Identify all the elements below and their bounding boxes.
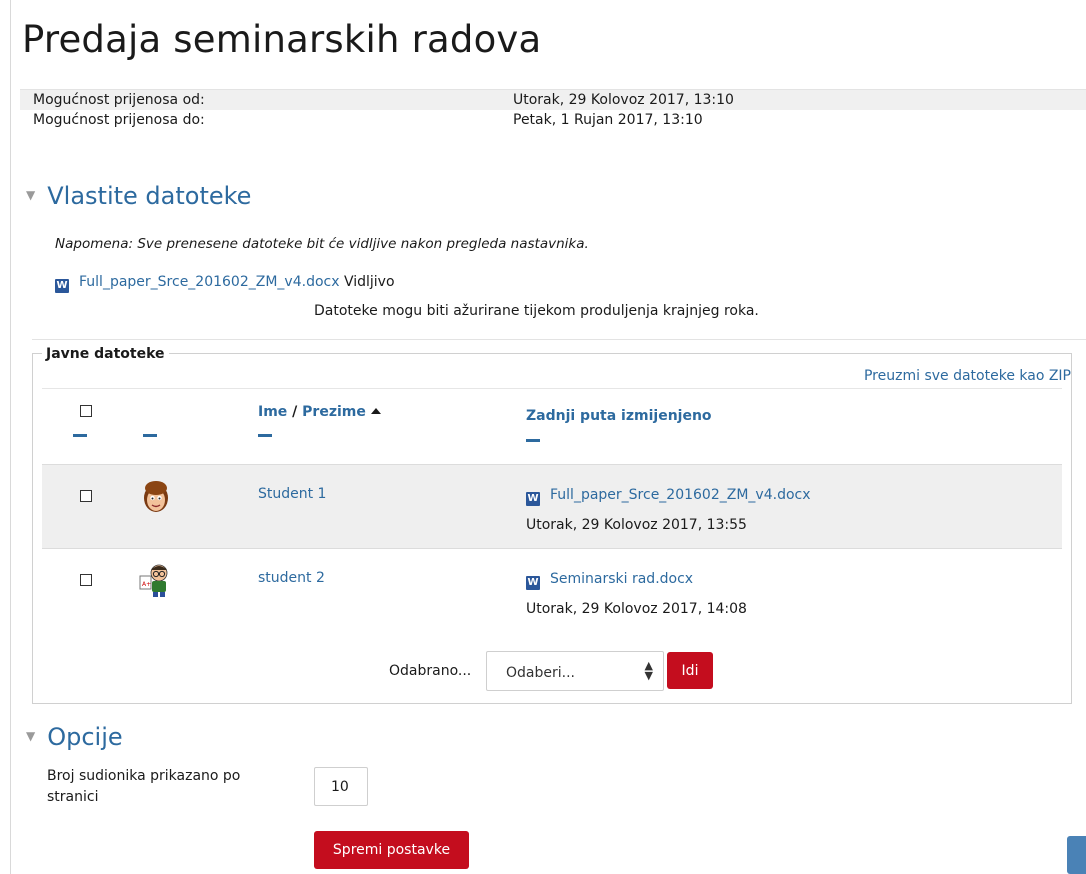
sort-modified-link[interactable]: Zadnji puta izmijenjeno [526,406,712,426]
per-page-input[interactable]: 10 [314,767,368,806]
date-value: Utorak, 29 Kolovoz 2017, 13:10 [513,92,734,108]
bulk-action-label: Odabrano... [389,663,472,679]
per-page-value: 10 [331,779,349,795]
student-name-link[interactable]: Student 1 [258,484,326,504]
modified-date: Utorak, 29 Kolovoz 2017, 14:08 [526,601,747,617]
visibility-note: Napomena: Sve prenesene datoteke bit će … [55,236,589,252]
extension-note: Datoteke mogu biti ažurirane tijekom pro… [314,303,759,319]
go-button[interactable]: Idi [667,652,713,689]
submission-dates: Mogućnost prijenosa od: Utorak, 29 Kolov… [20,89,1086,130]
name-column-header: Ime / Prezime [258,402,381,422]
word-document-icon: W [55,279,69,293]
date-row-from: Mogućnost prijenosa od: Utorak, 29 Kolov… [20,89,1086,110]
page-title: Predaja seminarskih radova [22,18,542,61]
back-to-top-button[interactable] [1067,836,1086,874]
sort-last-name-link[interactable]: Prezime [302,404,366,420]
submitted-file: W Full_paper_Srce_201602_ZM_v4.docx [526,485,811,506]
user-avatar[interactable]: A+ [138,562,174,598]
collapse-column-icon[interactable] [526,439,540,442]
user-avatar[interactable] [138,478,174,514]
divider [32,339,1086,340]
student-name-link[interactable]: student 2 [258,568,325,588]
date-row-to: Mogućnost prijenosa do: Petak, 1 Rujan 2… [20,110,1086,130]
table-top-border [42,388,1062,389]
table-row: A+ student 2 W Seminarski rad.docx Utorak… [42,548,1062,633]
own-file-status: Vidljivo [343,274,395,290]
word-document-icon: W [526,576,540,590]
bulk-action-select[interactable]: Odaberi... ▲ ▼ [486,651,664,691]
submitted-file: W Seminarski rad.docx [526,569,693,590]
per-page-label: Broj sudionika prikazano po stranici [47,768,241,805]
save-settings-button[interactable]: Spremi postavke [314,831,469,869]
submitted-file-link[interactable]: Full_paper_Srce_201602_ZM_v4.docx [550,487,811,503]
own-file-link[interactable]: Full_paper_Srce_201602_ZM_v4.docx [79,274,340,290]
select-arrows-icon: ▲ ▼ [644,659,653,682]
svg-text:A+: A+ [142,581,151,588]
collapse-column-icon[interactable] [73,434,87,437]
row-checkbox[interactable] [80,490,92,502]
section-options-toggle[interactable]: ▼ Opcije [26,721,123,754]
save-button-label: Spremi postavke [332,842,451,858]
submitted-file-link[interactable]: Seminarski rad.docx [550,571,693,587]
collapse-column-icon[interactable] [258,434,272,437]
download-zip-link[interactable]: Preuzmi sve datoteke kao ZIP [864,366,1071,386]
public-files-legend: Javne datoteke [42,344,169,364]
sort-ascending-icon [370,408,381,414]
section-heading: Vlastite datoteke [47,182,252,210]
header-separator: / [292,404,298,420]
section-heading: Opcije [47,723,123,751]
select-value: Odaberi... [506,665,575,681]
go-button-label: Idi [681,663,699,679]
date-label: Mogućnost prijenosa od: [33,92,205,108]
date-value: Petak, 1 Rujan 2017, 13:10 [513,112,703,128]
row-checkbox[interactable] [80,574,92,586]
section-own-files-toggle[interactable]: ▼ Vlastite datoteke [26,180,251,213]
collapse-triangle-icon: ▼ [26,729,36,743]
date-label: Mogućnost prijenosa do: [33,112,205,128]
table-row: Student 1 W Full_paper_Srce_201602_ZM_v4.… [42,464,1062,549]
sort-first-name-link[interactable]: Ime [258,404,287,420]
word-document-icon: W [526,492,540,506]
modified-date: Utorak, 29 Kolovoz 2017, 13:55 [526,517,747,533]
collapse-column-icon[interactable] [143,434,157,437]
collapse-triangle-icon: ▼ [26,188,36,202]
own-file-entry: W Full_paper_Srce_201602_ZM_v4.docx Vidlj… [55,272,395,293]
select-all-checkbox[interactable] [80,405,92,417]
